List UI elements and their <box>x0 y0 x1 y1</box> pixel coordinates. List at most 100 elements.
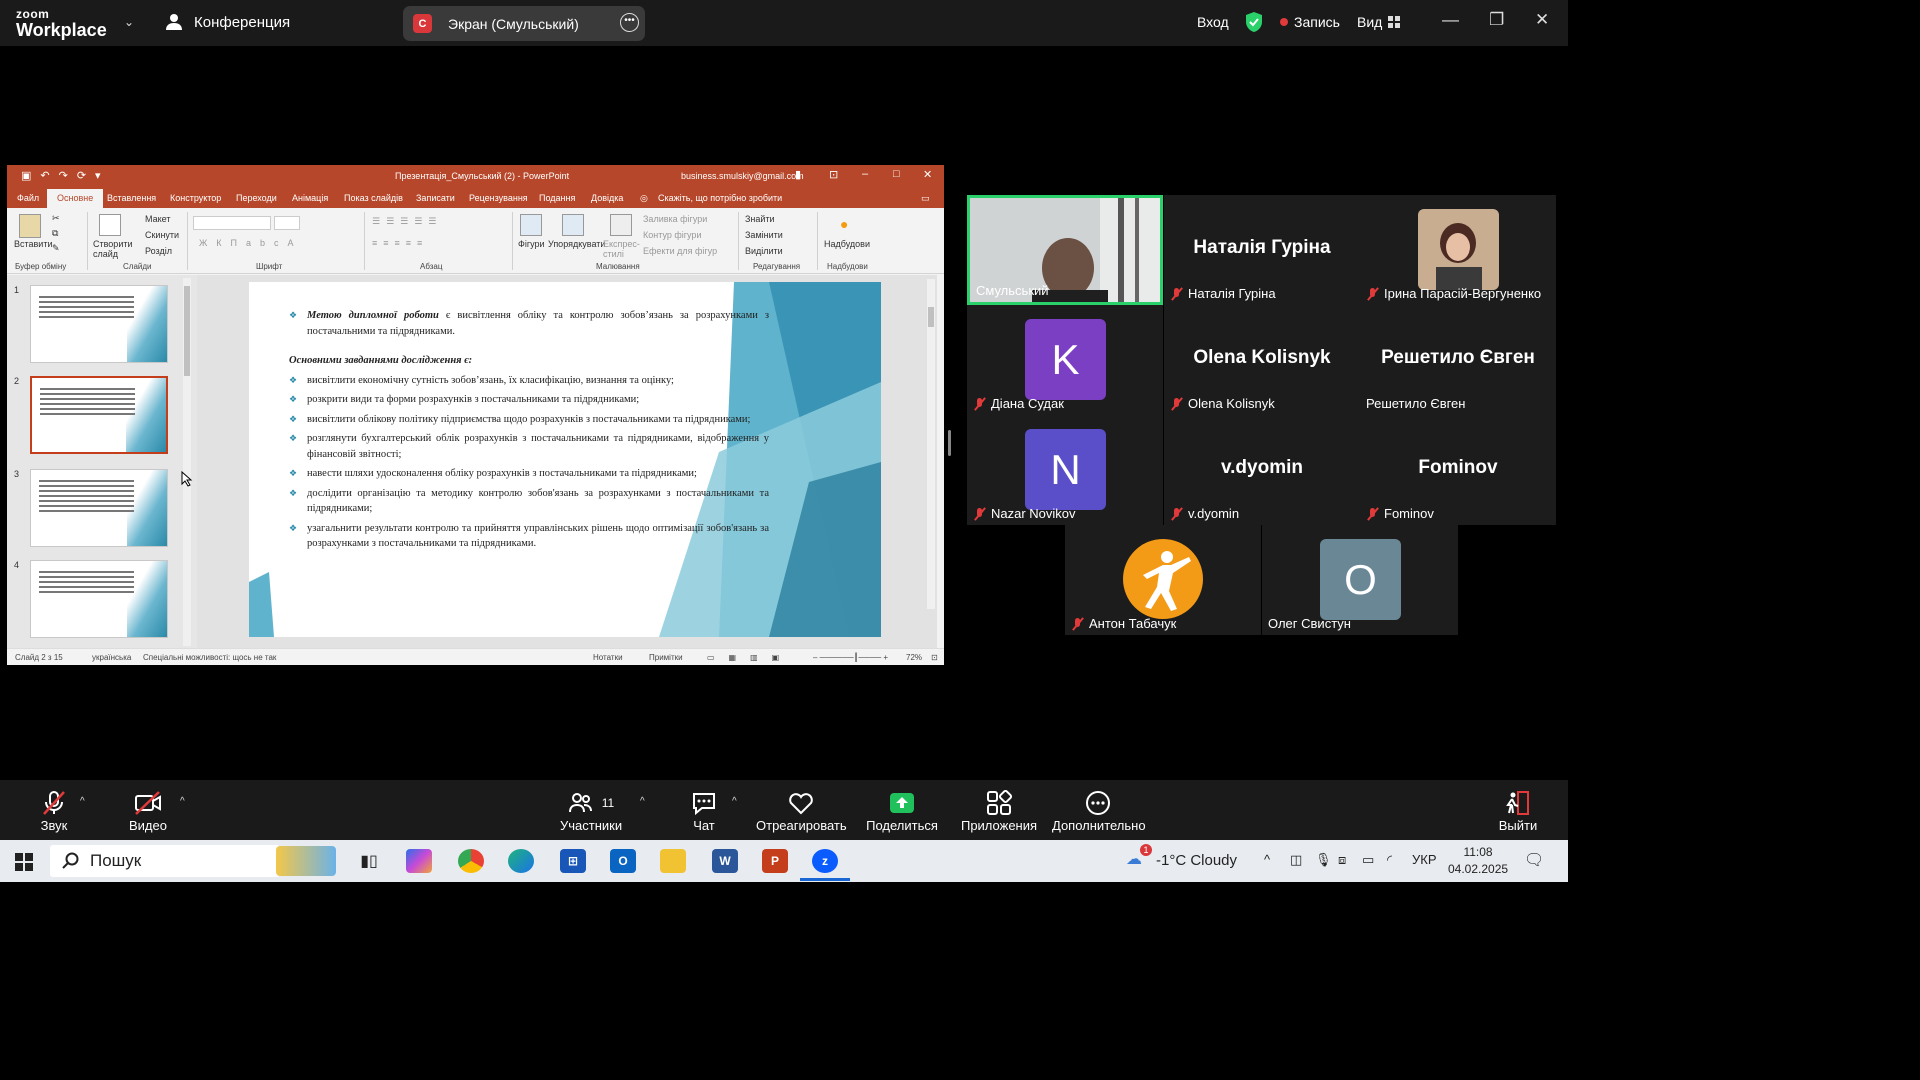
ribbon-display-icon[interactable]: ⊡ <box>829 168 838 181</box>
shield-icon[interactable] <box>1244 11 1264 33</box>
apps-button[interactable]: Приложения <box>960 788 1038 833</box>
record-button[interactable]: Запись <box>1280 14 1340 30</box>
thumbnails-scrollbar[interactable] <box>183 278 191 646</box>
slide-thumbnail[interactable] <box>30 469 168 547</box>
participant-tile[interactable]: Наталія Гуріна Наталія Гуріна <box>1164 195 1360 305</box>
format-painter-icon[interactable]: ✎ <box>52 243 60 254</box>
chat-button[interactable]: Чат <box>686 788 722 833</box>
notes-button[interactable]: Нотатки <box>593 653 623 662</box>
accessibility-status[interactable]: Спеціальні можливості: щось не так <box>143 653 276 662</box>
clipboard-icon[interactable] <box>19 214 41 238</box>
more-options-icon[interactable]: ••• <box>620 13 639 32</box>
quick-styles-icon[interactable] <box>610 214 632 236</box>
fit-slide-icon[interactable]: ⊡ <box>931 653 938 662</box>
tell-me-box[interactable]: Скажіть, що потрібно зробити <box>658 193 782 203</box>
shape-outline-button[interactable]: Контур фігури <box>643 230 701 240</box>
new-slide-icon[interactable] <box>99 214 121 236</box>
shape-effects-button[interactable]: Ефекти для фігур <box>643 246 717 256</box>
screen-share-pill[interactable]: С Экран (Смульський) ••• <box>403 6 645 41</box>
participant-tile[interactable]: Fominov Fominov <box>1360 415 1556 525</box>
more-button[interactable]: Дополнительно <box>1052 788 1146 833</box>
comments-button[interactable]: Примітки <box>649 653 683 662</box>
shape-fill-button[interactable]: Заливка фігури <box>643 214 707 224</box>
participant-tile[interactable]: Olena Kolisnyk Olena Kolisnyk <box>1164 305 1360 415</box>
tab-transitions[interactable]: Переходи <box>236 193 277 203</box>
restore-icon[interactable]: ❐ <box>1489 10 1504 30</box>
shapes-button[interactable]: Фігури <box>518 239 545 249</box>
participant-tile[interactable]: Решетило Євген Решетило Євген <box>1360 305 1556 415</box>
file-explorer-icon[interactable] <box>660 849 686 873</box>
participant-tile[interactable]: v.dyomin v.dyomin <box>1164 415 1360 525</box>
ppt-minimize-icon[interactable]: – <box>862 168 868 180</box>
panel-splitter-handle[interactable] <box>948 430 951 456</box>
zoom-app-icon[interactable]: z <box>812 849 838 873</box>
ppt-close-icon[interactable]: ✕ <box>923 168 932 181</box>
signin-button[interactable]: Вход <box>1197 14 1229 30</box>
copilot-icon[interactable] <box>406 849 432 873</box>
windows-start-icon[interactable] <box>15 853 33 871</box>
tab-slideshow[interactable]: Показ слайдів <box>344 193 403 203</box>
participant-tile[interactable]: N Nazar Novikov <box>967 415 1163 525</box>
font-format-icons[interactable]: ЖКПabcA <box>199 238 303 248</box>
store-icon[interactable]: ⊞ <box>560 849 586 873</box>
word-icon[interactable]: W <box>712 849 738 873</box>
edge-icon[interactable] <box>508 849 534 873</box>
leave-button[interactable]: Выйти <box>1498 788 1538 833</box>
chevron-up-icon[interactable]: ^ <box>1264 852 1270 867</box>
taskbar-search-box[interactable]: Пошук <box>50 845 280 877</box>
microphone-icon[interactable]: 🎙 <box>1315 852 1332 868</box>
font-name-select[interactable] <box>193 216 271 230</box>
quick-styles-button[interactable]: Експрес-стилі <box>603 239 640 259</box>
battery-icon[interactable]: ▭ <box>1362 852 1374 868</box>
notifications-icon[interactable]: 🗨 <box>1524 850 1544 870</box>
minimize-icon[interactable]: — <box>1442 10 1459 30</box>
shapes-icon[interactable] <box>520 214 542 236</box>
chevron-up-icon[interactable]: ^ <box>180 796 185 807</box>
participant-tile[interactable]: О Олег Свистун <box>1262 525 1458 635</box>
tab-animation[interactable]: Анімація <box>292 193 328 203</box>
chevron-up-icon[interactable]: ^ <box>640 796 645 807</box>
select-button[interactable]: Виділити <box>745 246 783 256</box>
tab-file[interactable]: Файл <box>17 193 39 203</box>
video-button[interactable]: Видео <box>126 788 170 833</box>
system-clock[interactable]: 11:08 04.02.2025 <box>1448 844 1508 878</box>
powerpoint-icon[interactable]: P <box>762 849 788 873</box>
copy-icon[interactable]: ⧉ <box>52 228 58 239</box>
cut-icon[interactable]: ✂ <box>52 213 60 224</box>
react-button[interactable]: Отреагировать <box>756 788 847 833</box>
slide-thumbnail[interactable] <box>30 285 168 363</box>
share-button[interactable]: Поделиться <box>866 788 938 833</box>
ppt-restore-icon[interactable]: □ <box>893 168 900 180</box>
view-button[interactable]: Вид <box>1357 14 1401 30</box>
participant-tile-active[interactable]: Смульський <box>967 195 1163 305</box>
tab-view[interactable]: Подання <box>539 193 575 203</box>
view-mode-icons[interactable]: ▭▦▥▣ <box>707 653 793 662</box>
zoom-slider[interactable]: – ──────┃──── + <box>813 653 888 662</box>
tab-home[interactable]: Основне <box>47 189 104 208</box>
close-icon[interactable]: ✕ <box>1535 10 1549 30</box>
addins-icon[interactable]: ● <box>840 216 848 232</box>
meeting-info-button[interactable]: Конференция <box>164 13 290 31</box>
addins-button[interactable]: Надбудови <box>824 239 870 249</box>
font-size-select[interactable] <box>274 216 300 230</box>
paste-button[interactable]: Вставити <box>14 239 53 249</box>
tab-insert[interactable]: Вставлення <box>107 193 156 203</box>
section-button[interactable]: Розділ <box>145 246 172 256</box>
quick-access-icons[interactable]: ▣↶↷⟳▾ <box>21 169 110 182</box>
slide-thumbnail-selected[interactable] <box>30 376 168 454</box>
avatar[interactable]: ▮ <box>795 168 801 181</box>
search-highlight-icon[interactable] <box>276 846 336 876</box>
participant-tile[interactable]: Антон Табачук <box>1065 525 1261 635</box>
chrome-icon[interactable] <box>458 849 484 873</box>
reset-button[interactable]: Скинути <box>145 230 179 240</box>
chevron-up-icon[interactable]: ^ <box>732 796 737 807</box>
participant-tile[interactable]: K Діана Судак <box>967 305 1163 415</box>
find-button[interactable]: Знайти <box>745 214 775 224</box>
tab-design[interactable]: Конструктор <box>170 193 221 203</box>
audio-button[interactable]: Звук <box>32 788 76 833</box>
weather-text[interactable]: -1°C Cloudy <box>1156 852 1237 869</box>
slide-scrollbar[interactable] <box>927 279 935 609</box>
arrange-button[interactable]: Упорядкувати <box>548 239 605 249</box>
list-format-icons[interactable]: ☰☰☰☰☰ <box>372 216 442 227</box>
keyboard-language[interactable]: УКР <box>1412 852 1437 867</box>
